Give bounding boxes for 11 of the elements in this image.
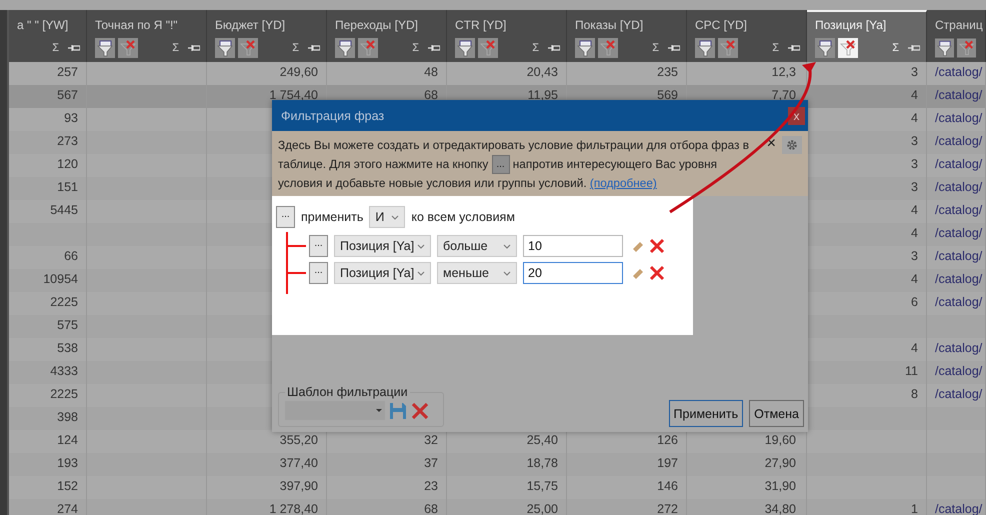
apply-label: применить [301,210,364,224]
table-cell: 68 [327,499,447,515]
table-cell: 272 [567,499,687,515]
table-cell: 274 [9,499,87,515]
table-cell: 1 [807,499,927,515]
template-label: Шаблон фильтрации [286,385,409,399]
table-cell: 25,00 [447,499,567,515]
table-cell: 34,80 [687,499,807,515]
dialog-title: Фильтрация фраз [281,108,384,122]
scope-label: ко всем условиям [411,210,515,224]
table-cell: 1 278,40 [207,499,327,515]
